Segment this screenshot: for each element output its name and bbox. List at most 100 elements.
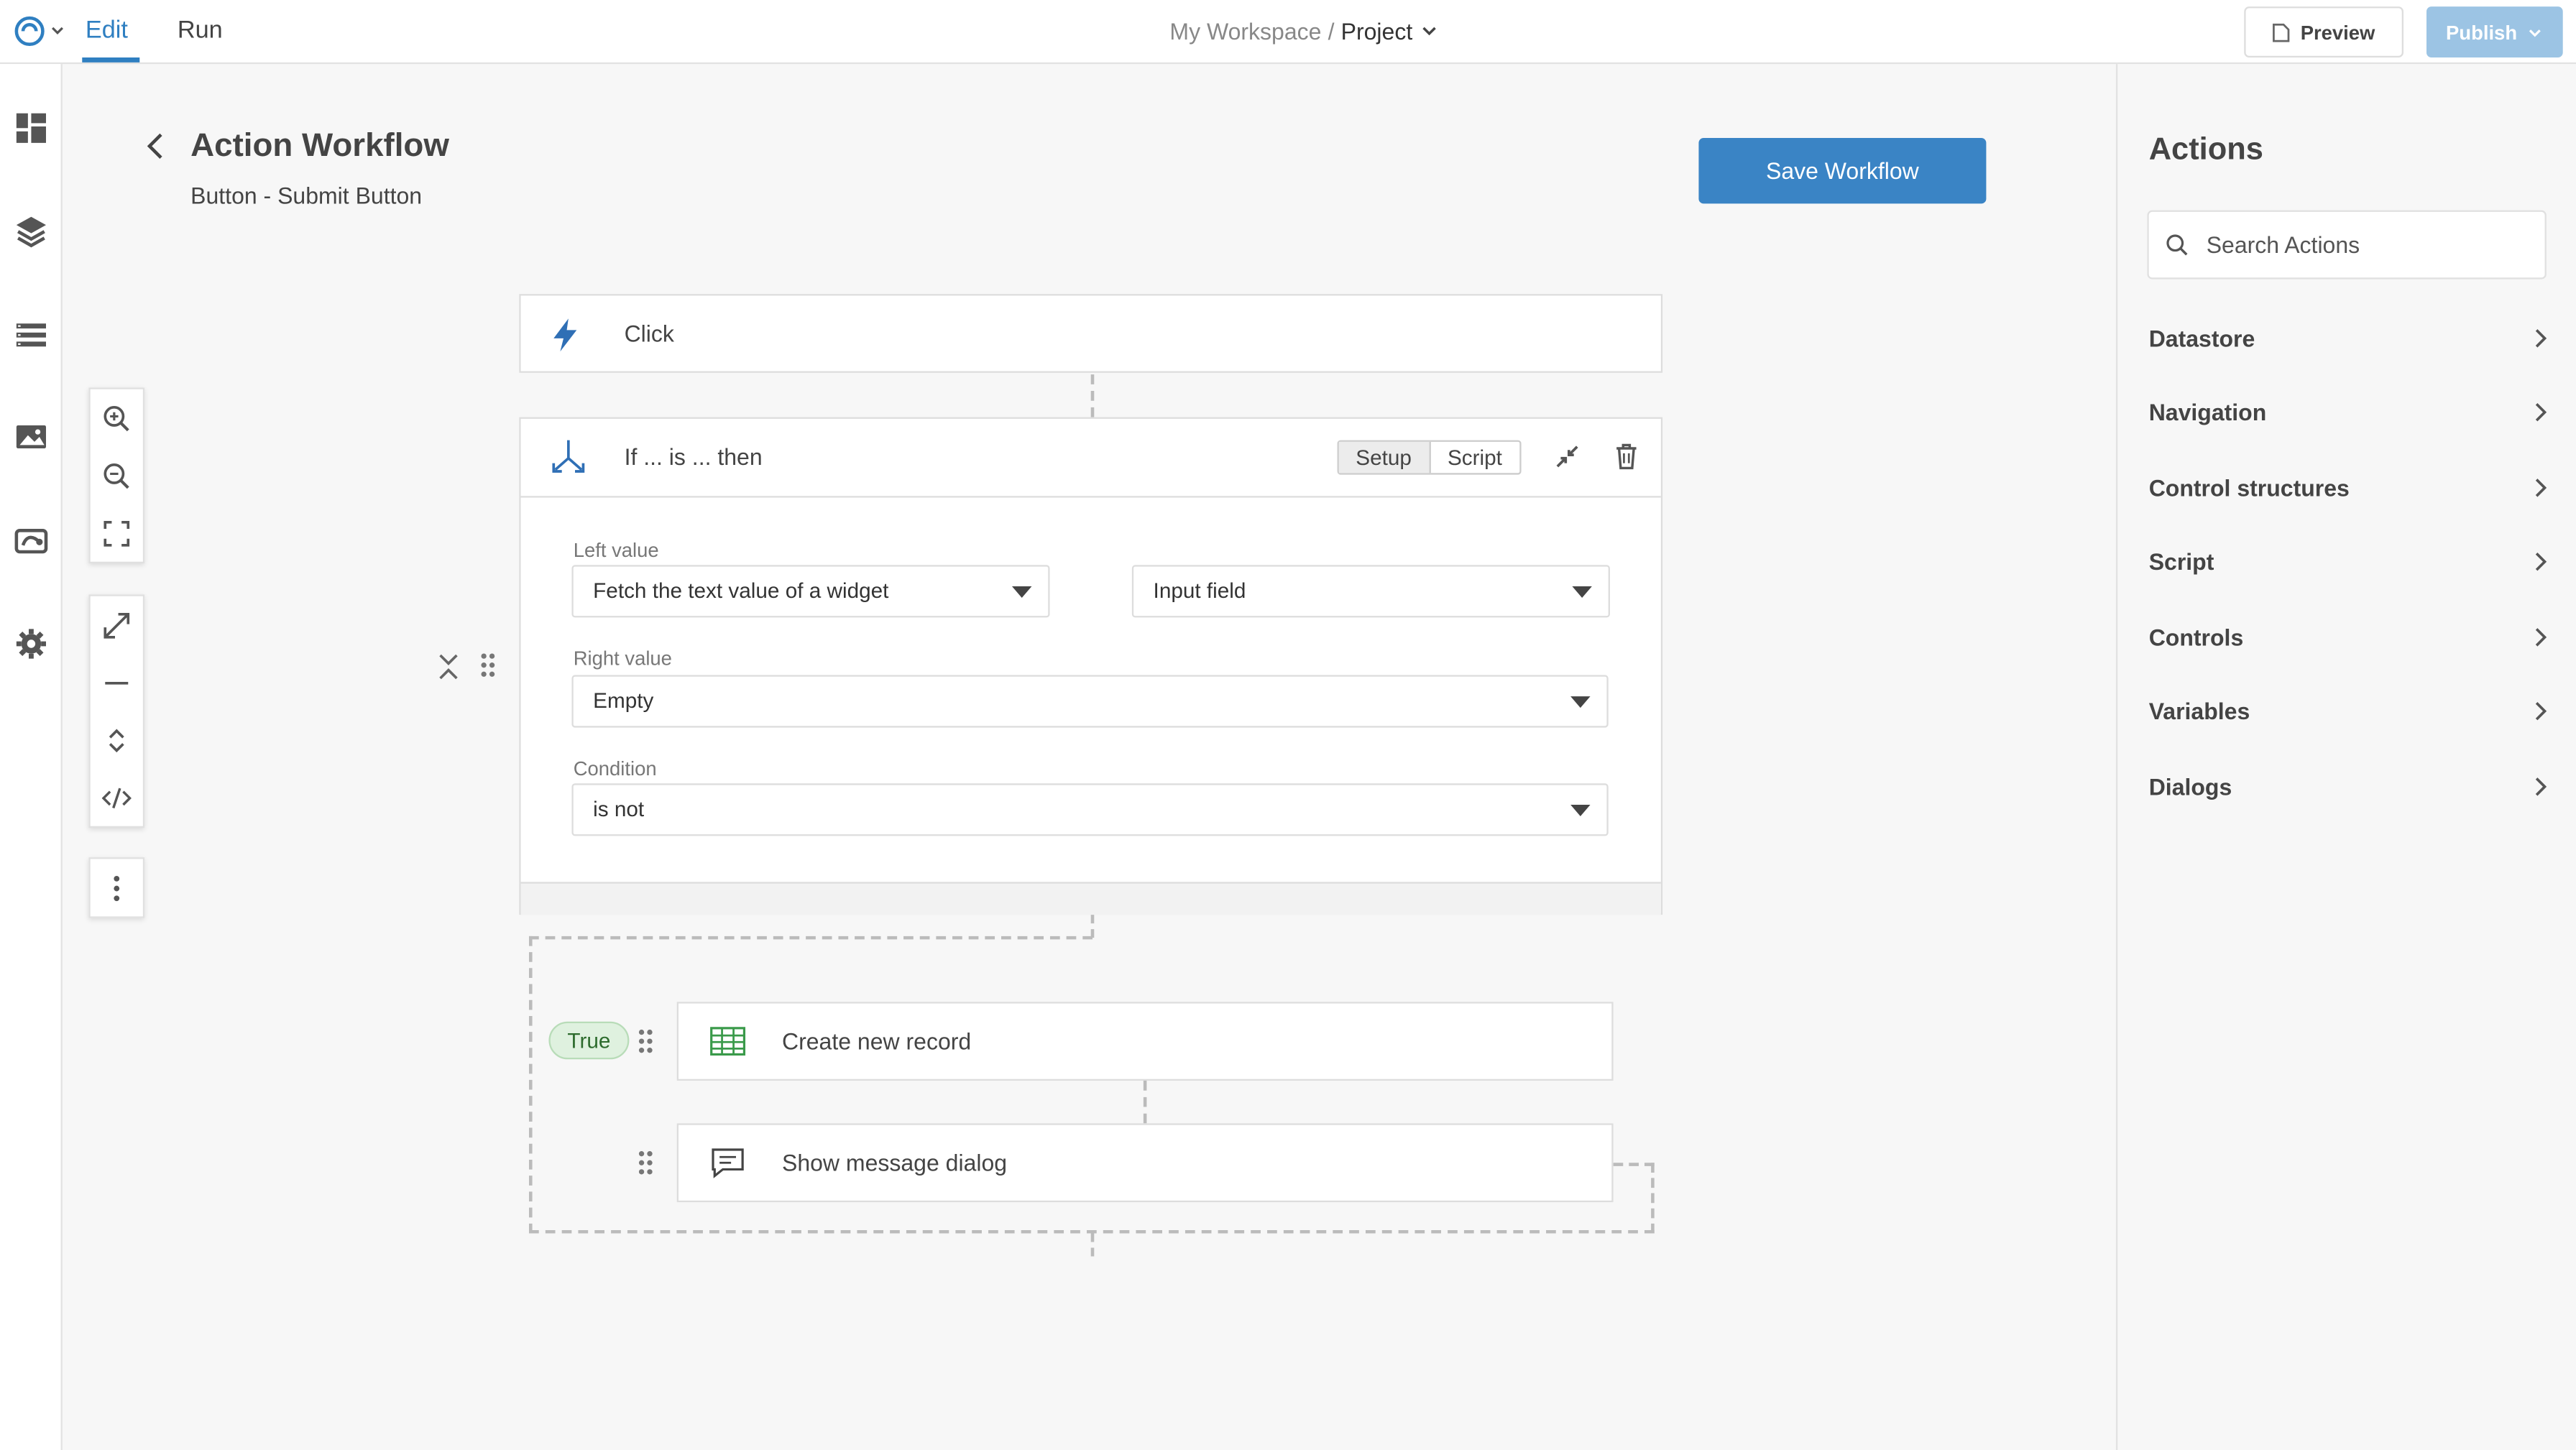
minus-icon [105, 680, 129, 684]
fit-screen-button[interactable] [91, 504, 143, 562]
category-variables[interactable]: Variables [2149, 691, 2550, 731]
left-value-label: Left value [573, 538, 659, 562]
zoom-in-icon [104, 405, 129, 431]
breadcrumb-project[interactable]: Project [1341, 18, 1413, 45]
layers-icon[interactable] [13, 213, 49, 249]
chevron-down-icon [2529, 29, 2542, 37]
chevron-right-icon [2535, 329, 2547, 348]
connector-line [1090, 1233, 1095, 1257]
save-workflow-button[interactable]: Save Workflow [1698, 137, 1987, 204]
tab-script[interactable]: Script [1430, 442, 1520, 473]
drag-handle-icon[interactable] [638, 1028, 654, 1055]
action-card-show-dialog[interactable]: Show message dialog [676, 1123, 1614, 1203]
branch-outline-top [528, 936, 1092, 940]
zoom-in-button[interactable] [91, 389, 143, 447]
top-bar: Edit Run My Workspace / Project Preview … [0, 0, 2576, 65]
canvas-toolbar [88, 594, 145, 828]
category-script[interactable]: Script [2149, 542, 2550, 581]
table-icon [710, 1027, 746, 1056]
list-icon[interactable] [13, 317, 49, 353]
chevron-right-icon [2535, 628, 2547, 647]
app-logo-menu[interactable] [13, 15, 65, 48]
publish-button[interactable]: Publish [2426, 6, 2563, 57]
image-icon[interactable] [13, 419, 49, 455]
drag-handle-icon[interactable] [479, 652, 496, 678]
caret-down-icon [1570, 804, 1591, 816]
close-branch-icon[interactable] [437, 652, 460, 681]
app-logo-icon [14, 16, 45, 46]
category-controls[interactable]: Controls [2149, 617, 2550, 657]
chevron-up-down-icon [109, 728, 124, 752]
tab-run[interactable]: Run [178, 17, 223, 45]
right-value-text: Empty [593, 688, 654, 713]
category-label: Control structures [2148, 474, 2350, 502]
left-value-source-text: Fetch the text value of a widget [593, 578, 889, 603]
actions-panel: Actions Datastore Navigation Control str… [2115, 64, 2576, 1450]
condition-footer [520, 882, 1661, 915]
message-icon [712, 1148, 744, 1178]
left-rail [0, 64, 63, 1450]
search-actions-box [2147, 210, 2547, 280]
category-label: Dialogs [2148, 773, 2232, 800]
right-value-select[interactable]: Empty [571, 675, 1609, 728]
condition-value-text: is not [593, 796, 645, 821]
category-label: Variables [2148, 698, 2250, 724]
integrations-icon[interactable] [13, 522, 49, 558]
zoom-out-button[interactable] [91, 447, 143, 504]
code-view-button[interactable] [91, 769, 143, 826]
expand-all-button[interactable] [91, 596, 143, 654]
preview-label: Preview [2300, 20, 2375, 44]
page-subtitle: Button - Submit Button [190, 182, 423, 209]
collapse-button[interactable] [91, 654, 143, 711]
chevron-right-icon [2535, 552, 2547, 571]
tab-edit[interactable]: Edit [86, 17, 128, 45]
left-value-widget-select[interactable]: Input field [1131, 565, 1610, 618]
action-card-create-record[interactable]: Create new record [676, 1002, 1614, 1081]
preview-button[interactable]: Preview [2244, 6, 2404, 57]
kebab-menu-icon [114, 874, 120, 901]
left-value-source-select[interactable]: Fetch the text value of a widget [571, 565, 1050, 618]
chevron-down-icon [52, 27, 63, 34]
trigger-card[interactable]: Click [519, 294, 1663, 373]
chevron-right-icon [2535, 402, 2547, 422]
more-options-button[interactable] [91, 859, 143, 916]
publish-label: Publish [2446, 20, 2518, 44]
preview-icon [2273, 22, 2291, 42]
category-label: Navigation [2148, 399, 2267, 425]
category-navigation[interactable]: Navigation [2149, 392, 2550, 432]
collapse-icon[interactable] [1554, 443, 1581, 470]
setup-script-toggle: Setup Script [1337, 440, 1522, 475]
right-value-label: Right value [573, 647, 672, 670]
chevron-right-icon [2535, 777, 2547, 796]
category-dialogs[interactable]: Dialogs [2149, 767, 2550, 806]
active-tab-indicator [82, 57, 140, 63]
condition-title: If ... is ... then [624, 443, 763, 470]
category-label: Datastore [2148, 325, 2255, 352]
connector-line [1143, 1080, 1147, 1124]
search-actions-input[interactable] [2206, 211, 2535, 278]
condition-card: If ... is ... then [519, 417, 1663, 915]
zoom-toolbar [88, 387, 145, 563]
trigger-label: Click [624, 320, 674, 347]
drag-handle-icon[interactable] [638, 1150, 654, 1176]
caret-down-icon [1570, 696, 1591, 708]
toggle-height-button[interactable] [91, 711, 143, 769]
action-label: Create new record [781, 1028, 972, 1055]
dashboard-icon[interactable] [13, 110, 49, 146]
connector-line [1090, 374, 1095, 417]
tab-setup[interactable]: Setup [1338, 441, 1430, 474]
back-arrow-icon[interactable] [144, 131, 167, 161]
category-control-structures[interactable]: Control structures [2149, 468, 2550, 507]
left-value-widget-text: Input field [1153, 578, 1246, 603]
trash-icon[interactable] [1614, 442, 1640, 471]
breadcrumb-separator: / [1328, 18, 1335, 45]
condition-label: Condition [573, 757, 657, 780]
gear-icon[interactable] [13, 626, 49, 662]
lightning-icon [553, 318, 577, 352]
action-label: Show message dialog [781, 1149, 1008, 1176]
category-datastore[interactable]: Datastore [2149, 318, 2550, 358]
breadcrumb-workspace[interactable]: My Workspace [1169, 18, 1321, 45]
chevron-down-icon[interactable] [1419, 22, 1438, 41]
expand-diagonal-icon [104, 611, 130, 638]
condition-select[interactable]: is not [571, 783, 1609, 836]
